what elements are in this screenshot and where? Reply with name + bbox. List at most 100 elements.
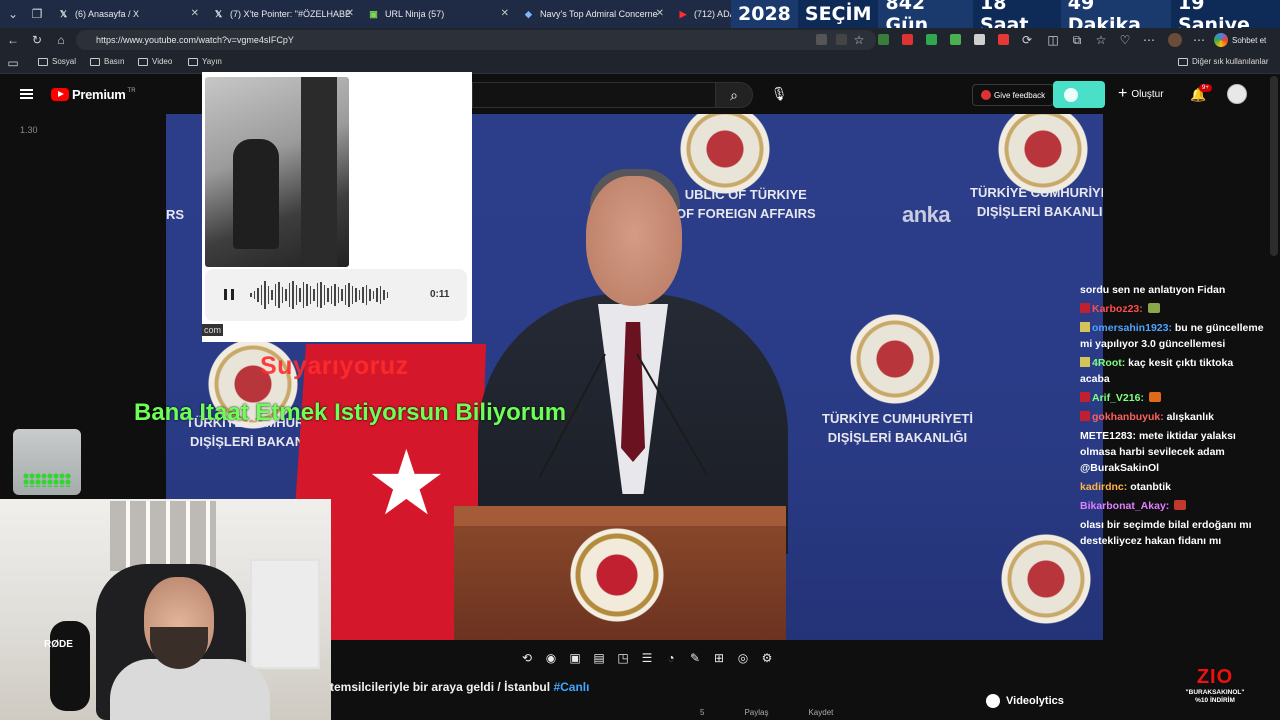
bookmark-folder-basin[interactable]: Basın [90, 57, 124, 66]
other-bookmarks[interactable]: Diğer sık kullanılanlar [1178, 57, 1268, 66]
voice-search-icon[interactable]: 🎙 [770, 85, 788, 103]
save-button[interactable]: Kaydet [808, 708, 833, 717]
ministry-emblem [998, 114, 1088, 194]
speed-icon[interactable]: ◔ [662, 649, 680, 667]
chat-text: otanbtik [1130, 481, 1172, 493]
heart-icon[interactable]: ♡ [1118, 33, 1132, 47]
like-count[interactable]: 5 [700, 708, 704, 717]
create-button[interactable]: + Oluştur [1118, 85, 1164, 103]
tab-x-pointer[interactable]: 𝕏 (7) X'te Pointer: "#ÖZELHABER D ✕ [205, 0, 360, 28]
countdown-minutes: 49 Dakika [1067, 0, 1141, 36]
tab-navy-news[interactable]: ◆ Navy's Top Admiral Concerned A ✕ [515, 0, 670, 28]
chat-username[interactable]: Karboz23: [1092, 303, 1146, 315]
voice-note-duration: 0:11 [430, 289, 450, 300]
countdown-seconds: 19 Saniye [1171, 0, 1280, 36]
favorites-icon[interactable]: ☆ [1094, 33, 1108, 47]
chat-username[interactable]: METE1283: [1080, 430, 1139, 442]
tab-youtube[interactable]: ▶ (712) ADA [670, 0, 732, 28]
page-scrollbar[interactable] [1270, 76, 1278, 256]
clip-icon[interactable]: ✎ [686, 649, 704, 667]
chat-message: Bikarbonat_Akay: [1080, 498, 1265, 514]
waveform-bar [372, 291, 374, 299]
url-input[interactable]: https://www.youtube.com/watch?v=vgme4sIF… [76, 30, 876, 50]
tab-url-ninja[interactable]: ▣ URL Ninja (57) ✕ [360, 0, 515, 28]
picture-in-picture-icon[interactable]: ◳ [614, 649, 632, 667]
waveform-bar [323, 285, 325, 305]
back-icon[interactable]: ← [6, 33, 20, 47]
split-screen-icon[interactable]: ◫ [1046, 33, 1060, 47]
favorite-star-icon[interactable]: ☆ [852, 33, 866, 47]
copilot-icon [1214, 33, 1228, 47]
countdown-label: SEÇİM [797, 0, 879, 28]
chat-message: olası bir seçimde bilal erdoğanı mı dest… [1080, 517, 1265, 549]
workspaces-icon[interactable]: ❐ [30, 7, 44, 21]
youtube-premium-logo[interactable]: Premium TR [51, 87, 136, 102]
close-tab-icon[interactable]: ✕ [346, 8, 354, 19]
bookmark-folder-yayin[interactable]: Yayın [188, 57, 222, 66]
read-aloud-icon[interactable] [816, 34, 827, 45]
chat-text: olası bir seçimde bilal erdoğanı mı dest… [1080, 519, 1252, 547]
pause-icon [224, 289, 234, 300]
apps-icon[interactable] [836, 34, 847, 45]
player-controls: ⟲ ◉ ▣ ▤ ◳ ☰ ◔ ✎ ⊞ ◎ ⚙ [500, 648, 776, 668]
bookmark-folder-video[interactable]: Video [138, 57, 172, 66]
share-button[interactable]: Paylaş [744, 708, 768, 717]
chat-username[interactable]: gokhanbuyuk: [1092, 411, 1167, 423]
settings-gear-icon[interactable]: ⚙ [758, 649, 776, 667]
tab-list-icon[interactable]: ⌄ [6, 7, 20, 21]
give-feedback-button[interactable]: Give feedback [972, 84, 1055, 106]
extension-icon[interactable] [926, 34, 937, 45]
chat-username[interactable]: kadirdnc: [1080, 481, 1130, 493]
profile-avatar-icon[interactable] [1168, 33, 1182, 47]
close-tab-icon[interactable]: ✕ [501, 8, 509, 19]
menu-icon[interactable] [20, 89, 33, 99]
videolytics-button[interactable]: Videolytics [986, 694, 1064, 708]
waveform-bar [285, 289, 287, 301]
chapters-icon[interactable]: ☰ [638, 649, 656, 667]
ministry-emblem [680, 114, 770, 194]
wall-frames [110, 501, 216, 571]
close-tab-icon[interactable]: ✕ [656, 8, 664, 19]
home-icon[interactable]: ⌂ [54, 33, 68, 47]
caption-red: Suyarıyoruz [260, 352, 409, 380]
close-tab-icon[interactable]: ✕ [191, 8, 199, 19]
extension-icon[interactable] [998, 34, 1009, 45]
audio-icon[interactable]: ◉ [542, 649, 560, 667]
waveform-bar [271, 290, 273, 300]
search-button[interactable]: ⌕ [715, 82, 753, 108]
chat-message: gokhanbuyuk: alışkanlık [1080, 409, 1265, 425]
extension-icon[interactable] [878, 34, 889, 45]
zio-logo: ZIO [1196, 666, 1234, 688]
search-input[interactable] [472, 82, 715, 108]
more-icon[interactable]: ⋯ [1142, 33, 1156, 47]
add-icon[interactable]: ⊞ [710, 649, 728, 667]
extension-icon[interactable] [974, 34, 985, 45]
chat-emote-icon [1148, 392, 1161, 402]
chat-username[interactable]: omersahin1923: [1092, 322, 1175, 334]
copilot-chat-button[interactable]: Sohbet et [1214, 32, 1266, 48]
screenshot-icon[interactable]: ◎ [734, 649, 752, 667]
ministry-emblem [850, 314, 940, 404]
hashtag-live[interactable]: #Canlı [553, 680, 589, 694]
refresh-ext-icon[interactable]: ⟳ [1020, 33, 1034, 47]
user-avatar[interactable] [1227, 84, 1247, 104]
bookmark-folder-sosyal[interactable]: Sosyal [38, 57, 76, 66]
more-menu-icon[interactable]: ⋯ [1192, 33, 1206, 47]
reload-icon[interactable]: ↻ [30, 33, 44, 47]
sidebar-toggle-icon[interactable]: ▭ [6, 56, 20, 70]
collections-icon[interactable]: ⧉ [1070, 33, 1084, 47]
film-icon[interactable]: ▤ [590, 649, 608, 667]
folder-icon [90, 57, 100, 66]
ambient-icon[interactable]: ▣ [566, 649, 584, 667]
chat-username[interactable]: 4Root: [1092, 357, 1128, 369]
extension-icon[interactable] [902, 34, 913, 45]
tab-x-home[interactable]: 𝕏 (6) Anasayfa / X ✕ [50, 0, 205, 28]
extension-icon[interactable] [950, 34, 961, 45]
chat-username[interactable]: Bikarbonat_Akay: [1080, 500, 1172, 512]
waveform-bar [327, 288, 329, 302]
extension-toggle-button[interactable] [1053, 81, 1105, 108]
youtube-header: Premium TR ⌕ 🎙 Give feedback + Oluştur 🔔 [0, 76, 1280, 114]
loop-icon[interactable]: ⟲ [518, 649, 536, 667]
chat-emote-icon [1174, 500, 1187, 510]
chat-username[interactable]: Arif_V216: [1092, 392, 1147, 404]
